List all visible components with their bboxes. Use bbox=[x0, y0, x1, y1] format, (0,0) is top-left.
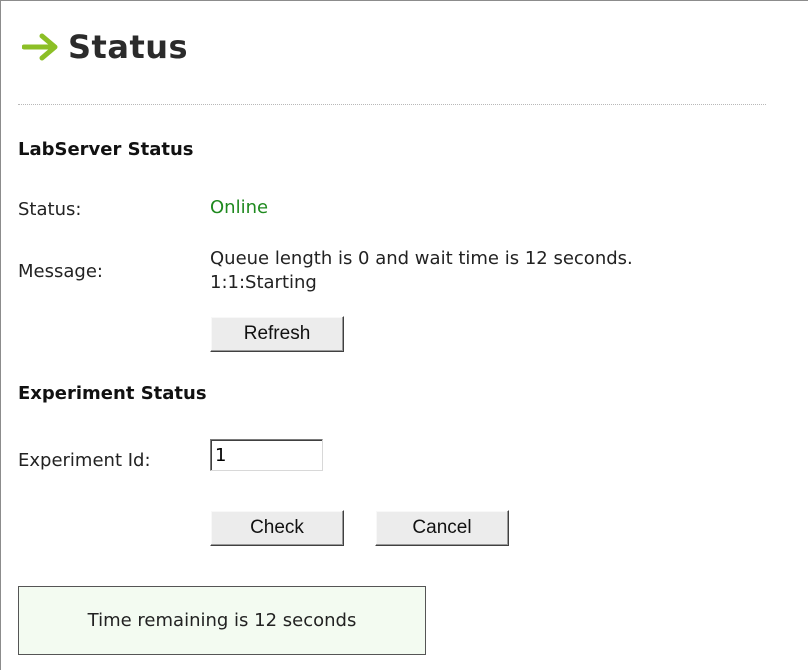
time-remaining-text: Time remaining is 12 seconds bbox=[87, 610, 357, 631]
divider bbox=[18, 104, 766, 105]
experiment-id-label: Experiment Id: bbox=[18, 450, 151, 471]
status-label: Status: bbox=[18, 199, 82, 220]
message-value: Queue length is 0 and wait time is 12 se… bbox=[210, 247, 633, 295]
page-title: Status bbox=[68, 28, 189, 66]
message-label: Message: bbox=[18, 261, 103, 282]
page-header: Status bbox=[22, 22, 188, 72]
time-remaining-box: Time remaining is 12 seconds bbox=[18, 586, 426, 655]
experiment-status-heading: Experiment Status bbox=[18, 383, 207, 404]
check-button[interactable]: Check bbox=[210, 510, 344, 546]
labserver-status-heading: LabServer Status bbox=[18, 139, 194, 160]
status-value: Online bbox=[210, 197, 269, 218]
message-line-1: Queue length is 0 and wait time is 12 se… bbox=[210, 248, 633, 269]
cancel-button[interactable]: Cancel bbox=[375, 510, 509, 546]
experiment-id-input[interactable] bbox=[210, 439, 323, 471]
refresh-button[interactable]: Refresh bbox=[210, 316, 344, 352]
page-frame bbox=[0, 0, 808, 670]
message-line-2: 1:1:Starting bbox=[210, 272, 317, 293]
arrow-right-icon bbox=[22, 33, 58, 61]
